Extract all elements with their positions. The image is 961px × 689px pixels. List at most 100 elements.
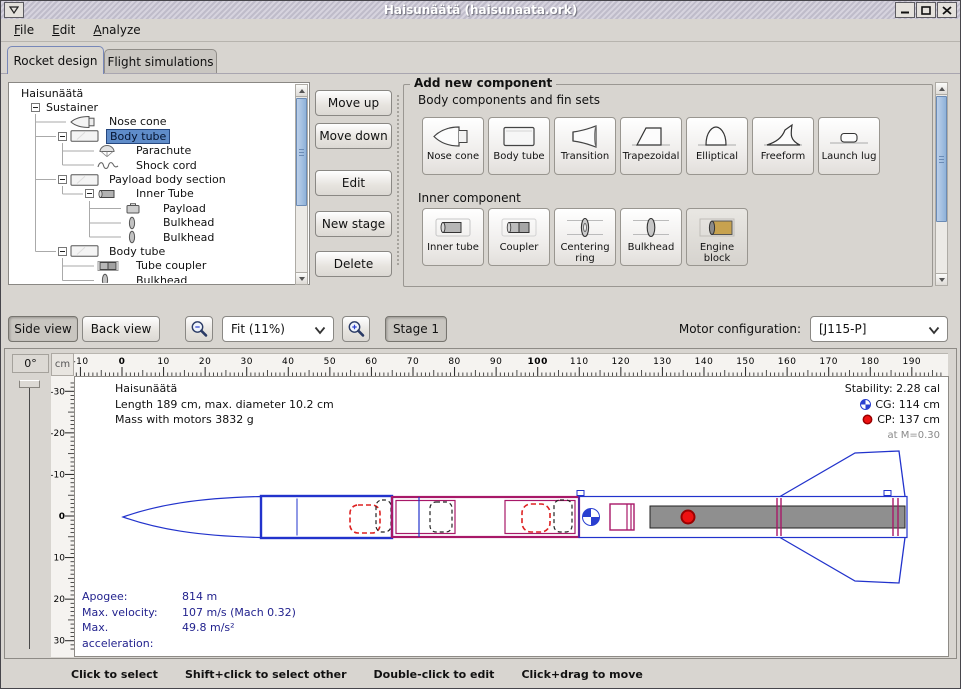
add-body-tube-button[interactable]: Body tube [488,117,550,175]
tree-item[interactable]: Parachute [85,144,295,158]
add-inner-tube-button[interactable]: Inner tube [422,208,484,266]
svg-text:0: 0 [59,512,65,522]
tree-item[interactable]: Tube coupler [85,259,295,273]
payload-icon [124,201,156,215]
add-bulkhead-button[interactable]: Bulkhead [620,208,682,266]
tree-scrollbar[interactable] [295,84,308,285]
scroll-up-icon[interactable] [936,83,947,95]
back-view-button[interactable]: Back view [82,316,160,342]
side-view-button[interactable]: Side view [8,316,78,342]
status-hint: Double-click to edit [374,668,495,681]
close-icon [942,6,952,15]
bulkhead-icon [97,273,129,283]
coupler-icon [497,212,541,242]
rocket-info: Haisunäätä Length 189 cm, max. diameter … [115,381,334,428]
zoom-out-button[interactable] [185,316,213,342]
tree-item[interactable]: Haisunäätä [18,86,295,100]
rotation-value: 0° [12,354,49,373]
expander-icon[interactable] [58,247,67,256]
svg-text:160: 160 [778,357,797,367]
component-tree[interactable]: Haisunäätä Sustainer Nose cone Body tube [8,82,310,285]
tree-item[interactable]: Payload [112,201,295,215]
tab-strip-line [1,73,960,74]
tree-item-selected[interactable]: Body tube [58,129,295,143]
svg-text:70: 70 [407,357,419,367]
move-down-button[interactable]: Move down [315,123,392,149]
tree-item[interactable]: Bulkhead [85,273,295,283]
tree-item[interactable]: Bulkhead [112,230,295,244]
add-trapezoidal-fin-button[interactable]: Trapezoidal [620,117,682,175]
tab-flight-simulations[interactable]: Flight simulations [104,49,217,74]
tree-item[interactable]: Inner Tube [85,187,295,201]
parachute-icon [97,144,129,158]
add-nose-cone-button[interactable]: Nose cone [422,117,484,175]
bulkhead-icon [124,216,156,230]
new-stage-button[interactable]: New stage [315,211,392,237]
tree-item[interactable]: Shock cord [85,158,295,172]
tree-item[interactable]: Payload body section [58,172,295,186]
motor-configuration-select[interactable]: [J115-P] [810,316,948,342]
zoom-level-select[interactable]: Fit (11%) [222,316,334,342]
add-launch-lug-button[interactable]: Launch lug [818,117,880,175]
svg-text:20: 20 [199,357,211,367]
title-bar[interactable]: Haisunäätä (haisunaata.ork) [1,1,960,19]
stability-info: Stability: 2.28 cal CG: 114 cm CP: 137 c… [845,381,940,443]
scroll-up-icon[interactable] [296,85,307,97]
tab-rocket-design[interactable]: Rocket design [7,46,104,74]
svg-text:30: 30 [240,357,252,367]
motor-configuration-label: Motor configuration: [679,322,801,336]
svg-text:90: 90 [490,357,502,367]
svg-text:150: 150 [736,357,755,367]
svg-text:190: 190 [902,357,921,367]
expander-icon[interactable] [58,132,67,141]
scrollbar-thumb[interactable] [296,98,307,206]
trapezoidal-fin-icon [629,121,673,151]
launch-lug-icon [827,121,871,151]
elliptical-fin-icon [695,121,739,151]
tree-item[interactable]: Bulkhead [112,216,295,230]
maximize-button[interactable] [916,2,936,18]
zoom-in-button[interactable] [342,316,370,342]
tree-item[interactable]: Nose cone [58,115,295,129]
add-transition-button[interactable]: Transition [554,117,616,175]
rotation-slider-thumb[interactable] [19,380,40,388]
tree-item[interactable]: Sustainer [31,100,295,114]
expander-icon[interactable] [85,189,94,198]
component-panel-scrollbar[interactable] [935,82,948,286]
rotation-slider-track[interactable] [29,383,30,649]
rocket-canvas[interactable]: Haisunäätä Length 189 cm, max. diameter … [74,376,949,657]
cp-icon [862,414,873,425]
add-engine-block-button[interactable]: Engine block [686,208,748,266]
svg-text:130: 130 [653,357,672,367]
scroll-down-icon[interactable] [936,273,947,285]
delete-button[interactable]: Delete [315,251,392,277]
cg-marker [583,509,600,526]
tree-item[interactable]: Body tube [58,244,295,258]
menu-edit[interactable]: Edit [43,20,84,40]
section-label: Body components and fin sets [418,93,600,107]
add-centering-ring-button[interactable]: Centering ring [554,208,616,266]
scrollbar-thumb[interactable] [936,96,947,222]
expander-icon[interactable] [58,175,67,184]
minimize-button[interactable] [895,2,915,18]
body-tube-icon [70,244,102,258]
stage-1-toggle[interactable]: Stage 1 [385,316,447,342]
edit-button[interactable]: Edit [315,170,392,196]
status-hint: Shift+click to select other [185,668,347,681]
magnifier-plus-icon [346,319,366,339]
expander-icon[interactable] [31,103,40,112]
horizontal-ruler: -100102030405060708090100110120130140150… [74,353,948,376]
menu-analyze[interactable]: Analyze [84,20,149,40]
svg-text:0: 0 [119,357,126,367]
add-elliptical-fin-button[interactable]: Elliptical [686,117,748,175]
move-up-button[interactable]: Move up [315,90,392,116]
menu-file[interactable]: File [5,20,43,40]
bulkhead-icon [629,212,673,242]
rocket-view-panel: 0° cm -100102030405060708090100110120130… [4,348,957,659]
menu-bar: File Edit Analyze [1,19,960,42]
window-title: Haisunäätä (haisunaata.ork) [1,1,960,19]
scroll-down-icon[interactable] [296,272,307,284]
add-coupler-button[interactable]: Coupler [488,208,550,266]
add-freeform-fin-button[interactable]: Freeform [752,117,814,175]
close-button[interactable] [937,2,957,18]
